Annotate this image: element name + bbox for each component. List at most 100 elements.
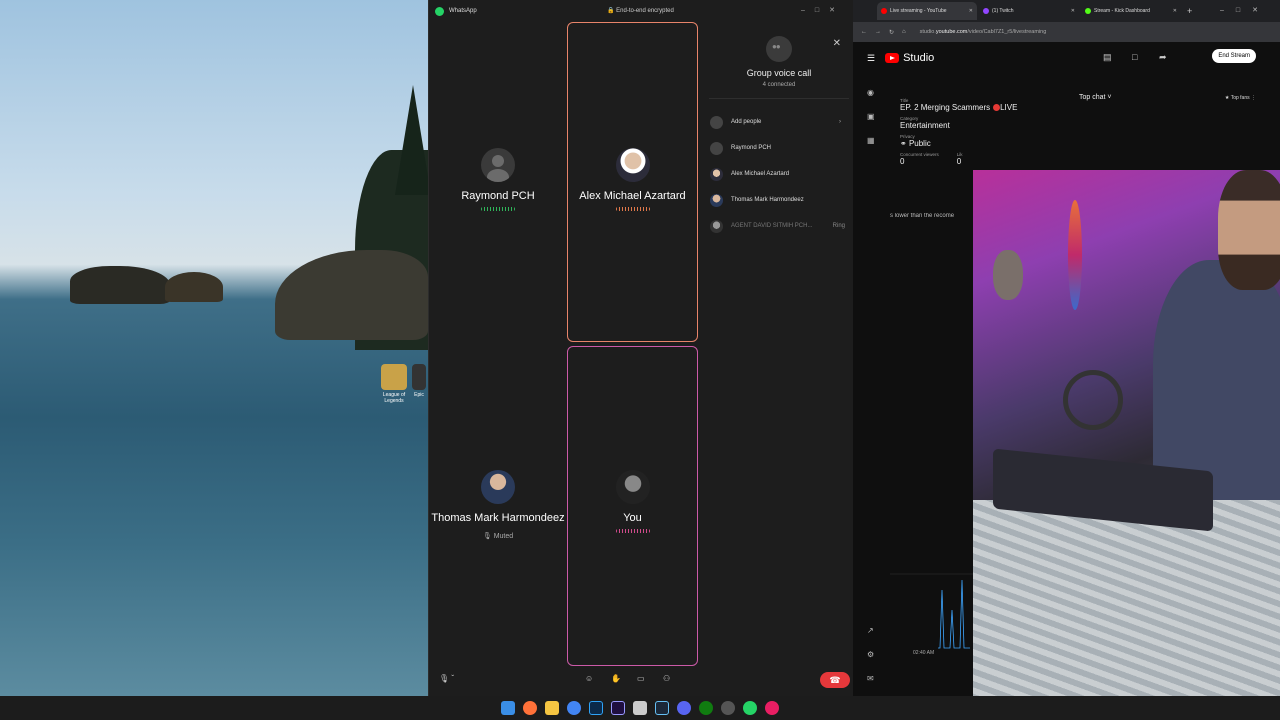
open-external-icon[interactable]: ↗ [867,626,874,635]
reload-icon[interactable]: ↻ [889,29,894,36]
call-title: Group voice call [746,68,812,78]
tab-kick[interactable]: Stream - Kick Dashboard ✕ [1081,2,1181,20]
participant-row[interactable]: Thomas Mark Harmondeez [705,187,853,213]
steam-icon[interactable] [655,701,669,715]
chrome-icon[interactable] [567,701,581,715]
microphone-shape [993,250,1023,300]
tab-twitch[interactable]: (1) Twitch ✕ [979,2,1079,20]
feedback-icon[interactable]: ✉ [867,674,874,683]
menu-icon[interactable]: ☰ [867,53,875,64]
desktop-icon-epic[interactable]: Epic [410,364,428,398]
person-head-shape [1218,170,1280,290]
add-person-icon[interactable]: ⚇ [663,674,670,683]
privacy-value: ⚭ Public [900,139,1017,148]
likes-value: 0 [956,157,962,166]
camera-icon[interactable]: ▣ [867,112,875,121]
close-icon[interactable]: ✕ [1173,8,1177,14]
clapper-icon[interactable]: ▤ [1103,52,1112,63]
call-info-panel: ✕ Group voice call 4 connected Add peopl… [705,24,853,239]
viewers-value: 0 [900,157,905,166]
twitch-icon [983,8,989,14]
webcam-overlay [973,170,1280,696]
participant-tile[interactable]: You [567,470,698,533]
file-explorer-icon[interactable] [545,701,559,715]
live-icon[interactable]: ◉ [867,88,874,97]
avatar [615,148,650,182]
app-title: WhatsApp [449,8,477,14]
top-chat-dropdown[interactable]: Top chat ˅ [1079,94,1112,101]
top-fans-button[interactable]: ★ Top fans ⋮ [1225,95,1256,101]
end-call-button[interactable]: ☎ [820,672,850,688]
premiere-icon[interactable] [611,701,625,715]
windows-start-icon[interactable] [501,701,515,715]
category-value: Entertainment [900,121,950,130]
youtube-logo-icon[interactable] [885,53,900,63]
trophy-icon: ★ [1224,95,1230,101]
end-stream-button[interactable]: End Stream [1212,49,1256,63]
microphone-icon[interactable]: 🎙 ˇ [439,674,454,683]
window-controls[interactable]: –□✕ [801,6,845,14]
gear-icon[interactable]: ⚙ [867,650,874,659]
calendar-icon[interactable]: ▦ [867,136,875,145]
browser-window: Live streaming - YouTube ✕ (1) Twitch ✕ … [853,0,1280,696]
tab-youtube[interactable]: Live streaming - YouTube ✕ [877,2,977,20]
participant-tile[interactable]: Raymond PCH [429,148,567,211]
participant-row[interactable]: Raymond PCH [705,135,853,161]
discord-icon[interactable] [677,701,691,715]
youtube-icon [881,8,887,14]
close-icon[interactable]: ✕ [833,38,841,49]
window-controls[interactable]: –□✕ [1220,6,1270,14]
taskbar [0,696,1280,720]
new-tab-icon[interactable]: + [1187,6,1192,16]
obs-icon[interactable] [721,701,735,715]
raise-hand-icon[interactable]: ✋ [611,674,621,683]
chevron-right-icon: › [839,119,841,125]
epic-icon [412,364,426,390]
muted-status: 🎙 Muted [429,532,567,540]
address-bar[interactable]: ← → ↻ ⌂ studio.youtube.com/video/Cabl7Z1… [853,22,1280,42]
viewers-label: Concurrent viewers [900,152,939,157]
tab-strip: Live streaming - YouTube ✕ (1) Twitch ✕ … [853,0,1280,22]
url-text[interactable]: studio.youtube.com/video/Cabl7Z1_r5/live… [920,29,1047,35]
avatar [710,193,723,207]
tree-shape [395,85,428,195]
bitrate-warning: s lower than the recome [890,213,955,219]
privacy-text: Public [908,139,931,148]
home-icon[interactable]: ⌂ [902,29,906,35]
stream-info: Title EP. 2 Merging Scammers LIVE Categor… [900,98,1017,170]
studio-brand[interactable]: Studio [903,52,934,64]
participant-row[interactable]: AGENT DAVID SITMIH PCH... Ring [705,213,853,239]
kick-icon [1085,8,1091,14]
participant-tile[interactable]: Thomas Mark Harmondeez 🎙 Muted [429,470,567,540]
xbox-icon[interactable] [699,701,713,715]
desktop-icon-league[interactable]: League of Legends [378,364,410,404]
stream-title: EP. 2 Merging Scammers LIVE [900,103,1017,112]
add-people-button[interactable]: Add people › [705,109,853,135]
ring-button[interactable]: Ring [833,223,845,229]
more-icon[interactable]: ⋮ [1251,95,1256,101]
close-icon[interactable]: ✕ [969,8,973,14]
participant-name: Alex Michael Azartard [579,190,686,202]
surfboard-shape [1068,200,1082,310]
notepad-icon[interactable] [633,701,647,715]
screen-share-icon[interactable]: ▭ [637,674,645,683]
close-icon[interactable]: ✕ [1071,8,1075,14]
firefox-icon[interactable] [523,701,537,715]
whatsapp-icon[interactable] [743,701,757,715]
connected-count: 4 connected [762,82,796,88]
divider [709,98,849,99]
call-controls: 🎙 ˇ ☺ ✋ ▭ ⚇ ☎ [429,666,854,696]
bookmark-icon[interactable]: □ [1132,52,1137,62]
participant-row[interactable]: Alex Michael Azartard [705,161,853,187]
avatar [481,148,515,182]
forward-icon[interactable]: → [875,29,881,35]
emoji-icon[interactable]: ☺ [585,674,593,683]
photoshop-icon[interactable] [589,701,603,715]
media-player-icon[interactable] [765,701,779,715]
back-icon[interactable]: ← [861,29,867,35]
group-icon [766,36,792,62]
audio-wave-icon [481,207,515,211]
whatsapp-logo-icon [435,6,444,16]
participant-tile[interactable]: Alex Michael Azartard [567,148,698,211]
share-icon[interactable]: ➦ [1159,52,1167,63]
